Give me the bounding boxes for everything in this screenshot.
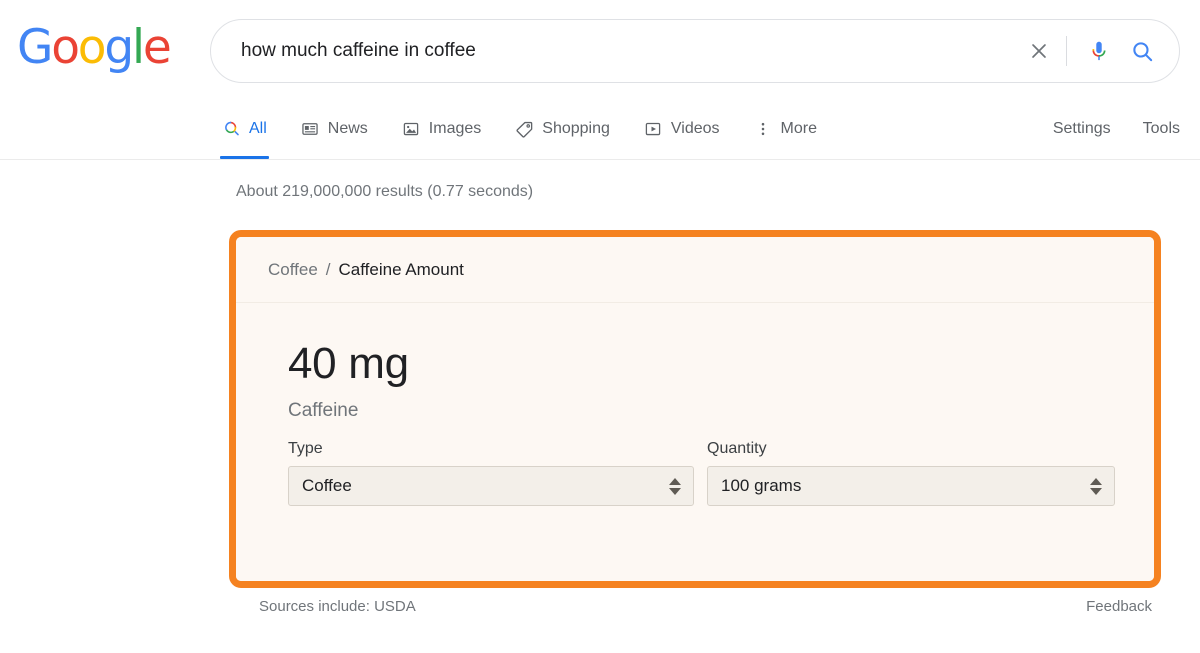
logo-letter-o1: o	[51, 20, 78, 75]
tab-all[interactable]: All	[222, 110, 267, 148]
knowledge-panel-highlight: Coffee / Caffeine Amount 40 mg Caffeine …	[229, 230, 1161, 588]
tab-label: More	[781, 120, 817, 138]
tab-more[interactable]: More	[754, 110, 817, 148]
search-box[interactable]	[210, 19, 1180, 83]
nav-right-links: Settings Tools	[1053, 110, 1180, 148]
logo-letter-l: l	[132, 20, 143, 75]
feedback-link[interactable]: Feedback	[1086, 598, 1152, 615]
type-selector-label: Type	[288, 440, 694, 458]
stepper-arrows-icon	[1090, 478, 1102, 495]
tab-label: Images	[429, 120, 481, 138]
breadcrumb-parent[interactable]: Coffee	[268, 260, 318, 280]
price-tag-icon	[515, 120, 534, 139]
type-select-value: Coffee	[302, 476, 352, 496]
answer-area: 40 mg Caffeine Type Coffee Quantity	[236, 303, 1154, 506]
tab-label: News	[328, 120, 368, 138]
tab-label: All	[249, 120, 267, 138]
quantity-select-value: 100 grams	[721, 476, 801, 496]
tab-videos[interactable]: Videos	[644, 110, 720, 148]
type-select[interactable]: Coffee	[288, 466, 694, 506]
result-stats: About 219,000,000 results (0.77 seconds)	[236, 183, 533, 201]
video-play-icon	[644, 120, 663, 139]
logo-letter-e: e	[143, 20, 170, 75]
close-icon[interactable]	[1022, 34, 1056, 68]
tab-label: Shopping	[542, 120, 610, 138]
search-input[interactable]	[211, 31, 1022, 71]
selector-row: Type Coffee Quantity 100 grams	[288, 440, 1154, 506]
breadcrumb-current: Caffeine Amount	[339, 260, 464, 280]
breadcrumb-separator: /	[326, 260, 331, 280]
microphone-icon[interactable]	[1079, 31, 1119, 71]
type-selector-group: Type Coffee	[288, 440, 694, 506]
google-search-results-page: Google	[0, 0, 1200, 653]
page-header: Google	[0, 0, 1200, 160]
stepper-arrows-icon	[669, 478, 681, 495]
search-icon	[222, 120, 241, 139]
quantity-selector-label: Quantity	[707, 440, 1115, 458]
knowledge-panel: Coffee / Caffeine Amount 40 mg Caffeine …	[236, 237, 1154, 581]
news-icon	[301, 120, 320, 139]
tab-images[interactable]: Images	[402, 110, 481, 148]
search-submit-icon[interactable]	[1119, 29, 1165, 73]
divider	[1066, 36, 1067, 66]
tab-shopping[interactable]: Shopping	[515, 110, 610, 148]
logo-letter-g2: g	[104, 20, 132, 75]
quantity-select[interactable]: 100 grams	[707, 466, 1115, 506]
logo-letter-g: G	[17, 20, 51, 75]
quantity-selector-group: Quantity 100 grams	[707, 440, 1115, 506]
tab-label: Videos	[671, 120, 720, 138]
image-icon	[402, 120, 421, 139]
logo-letter-o2: o	[78, 20, 105, 75]
search-nav-bar: All News	[0, 110, 1200, 160]
caffeine-value-label: Caffeine	[288, 400, 1154, 422]
sources-text: Sources include: USDA	[259, 598, 416, 615]
more-vertical-icon	[754, 120, 773, 139]
caffeine-value: 40 mg	[288, 341, 1154, 387]
panel-footer: Sources include: USDA Feedback	[0, 598, 1200, 628]
tools-link[interactable]: Tools	[1143, 120, 1180, 138]
google-logo[interactable]: Google	[17, 24, 170, 71]
tab-news[interactable]: News	[301, 110, 368, 148]
settings-link[interactable]: Settings	[1053, 120, 1111, 138]
breadcrumb: Coffee / Caffeine Amount	[236, 237, 1154, 303]
